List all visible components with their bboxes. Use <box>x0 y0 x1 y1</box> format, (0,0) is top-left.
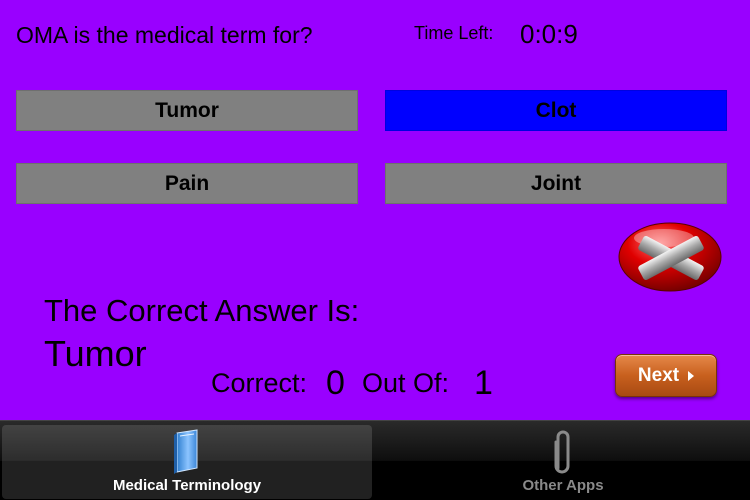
answer-label: Joint <box>530 171 582 195</box>
answer-button-3[interactable]: Pain <box>16 163 358 204</box>
correct-answer-value: Tumor <box>44 333 147 374</box>
answer-button-2[interactable]: Clot <box>385 90 727 131</box>
chevron-right-icon <box>688 370 695 381</box>
tab-label: Medical Terminology <box>112 477 262 494</box>
time-left-value: 0:0:9 <box>520 19 578 49</box>
paperclip-icon <box>554 430 570 474</box>
answer-button-1[interactable]: Tumor <box>16 90 358 131</box>
out-of-label: Out Of: <box>362 368 450 398</box>
answer-label: Tumor <box>155 98 219 122</box>
correct-count-label: Correct: <box>211 368 308 398</box>
wrong-x-icon <box>618 222 722 292</box>
correct-count-value: 0 <box>326 364 345 402</box>
answer-button-4[interactable]: Joint <box>385 163 727 204</box>
next-label: Next <box>637 364 680 386</box>
answer-label: Pain <box>164 171 210 195</box>
quiz-screen: OMA is the medical term for? Time Left: … <box>0 0 750 420</box>
correct-answer-caption: The Correct Answer Is: <box>44 293 360 328</box>
tab-bar: Medical Terminology Other Apps <box>0 420 750 500</box>
time-left-label: Time Left: <box>414 23 494 43</box>
tab-other-apps[interactable]: Other Apps <box>378 425 748 499</box>
out-of-value: 1 <box>474 364 493 402</box>
question-text: OMA is the medical term for? <box>16 22 313 48</box>
next-button[interactable]: Next <box>615 354 717 397</box>
answer-label: Clot <box>535 98 577 122</box>
tab-label: Other Apps <box>522 477 604 494</box>
tab-medical-terminology[interactable]: Medical Terminology <box>2 425 372 499</box>
book-icon <box>174 429 198 474</box>
